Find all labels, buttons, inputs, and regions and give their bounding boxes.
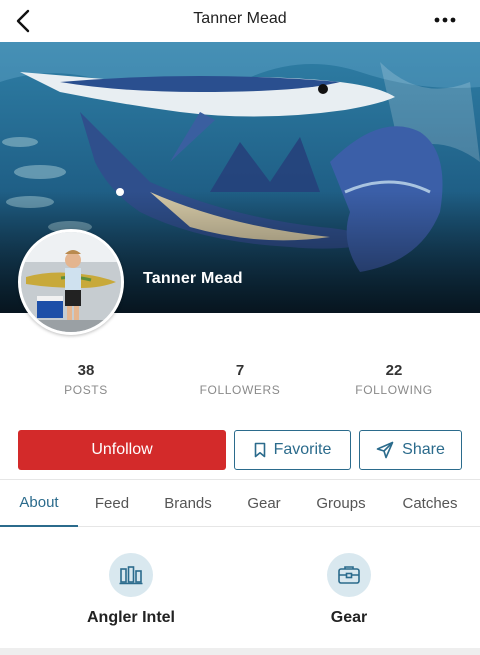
- page-title: Tanner Mead: [193, 10, 287, 27]
- tab-groups-label: Groups: [316, 495, 366, 512]
- bar-chart-icon: [119, 566, 143, 585]
- tab-about-label: About: [19, 494, 59, 511]
- gear-label: Gear: [330, 609, 368, 626]
- tab-brands[interactable]: Brands: [156, 480, 220, 527]
- angler-intel-tile[interactable]: Angler Intel: [51, 553, 211, 627]
- stat-followers[interactable]: 7 FOLLOWERS: [180, 362, 300, 397]
- bottom-divider: [0, 648, 480, 655]
- angler-intel-label: Angler Intel: [86, 609, 175, 626]
- bookmark-icon: [254, 442, 266, 458]
- tab-about[interactable]: About: [0, 480, 78, 527]
- following-label: FOLLOWING: [355, 383, 433, 397]
- tab-brands-label: Brands: [164, 495, 212, 512]
- favorite-label: Favorite: [273, 441, 332, 458]
- tackle-box-icon: [338, 566, 360, 584]
- profile-tabs: About Feed Brands Gear Groups Catches: [0, 479, 480, 527]
- favorite-button[interactable]: Favorite: [234, 430, 351, 470]
- gear-tile[interactable]: Gear: [269, 553, 429, 627]
- tab-gear-label: Gear: [247, 495, 281, 512]
- profile-name: Tanner Mead: [143, 270, 243, 287]
- more-horizontal-icon: [434, 17, 456, 23]
- share-button[interactable]: Share: [359, 430, 462, 470]
- avatar[interactable]: [18, 229, 124, 335]
- gear-icon-circle: [327, 553, 371, 597]
- unfollow-button[interactable]: Unfollow: [18, 430, 226, 470]
- send-icon: [376, 441, 394, 459]
- tab-groups[interactable]: Groups: [306, 480, 376, 527]
- share-label: Share: [402, 441, 445, 458]
- top-bar: Tanner Mead: [0, 0, 480, 42]
- tab-feed-label: Feed: [94, 495, 130, 512]
- tab-catches[interactable]: Catches: [392, 480, 468, 527]
- followers-label: FOLLOWERS: [199, 383, 281, 397]
- stat-following[interactable]: 22 FOLLOWING: [334, 362, 454, 397]
- profile-stats: 38 POSTS 7 FOLLOWERS 22 FOLLOWING: [0, 362, 480, 402]
- more-options-button[interactable]: [430, 8, 460, 32]
- tab-catches-label: Catches: [402, 495, 458, 512]
- about-tiles: Angler Intel Gear: [0, 527, 480, 655]
- tab-feed[interactable]: Feed: [82, 480, 142, 527]
- tab-gear[interactable]: Gear: [236, 480, 292, 527]
- angler-intel-icon-circle: [109, 553, 153, 597]
- profile-actions: Unfollow Favorite Share: [0, 430, 480, 470]
- followers-count: 7: [235, 362, 245, 379]
- following-count: 22: [385, 362, 403, 379]
- posts-count: 38: [77, 362, 95, 379]
- posts-label: POSTS: [64, 383, 108, 397]
- stat-posts[interactable]: 38 POSTS: [26, 362, 146, 397]
- unfollow-label: Unfollow: [91, 441, 153, 458]
